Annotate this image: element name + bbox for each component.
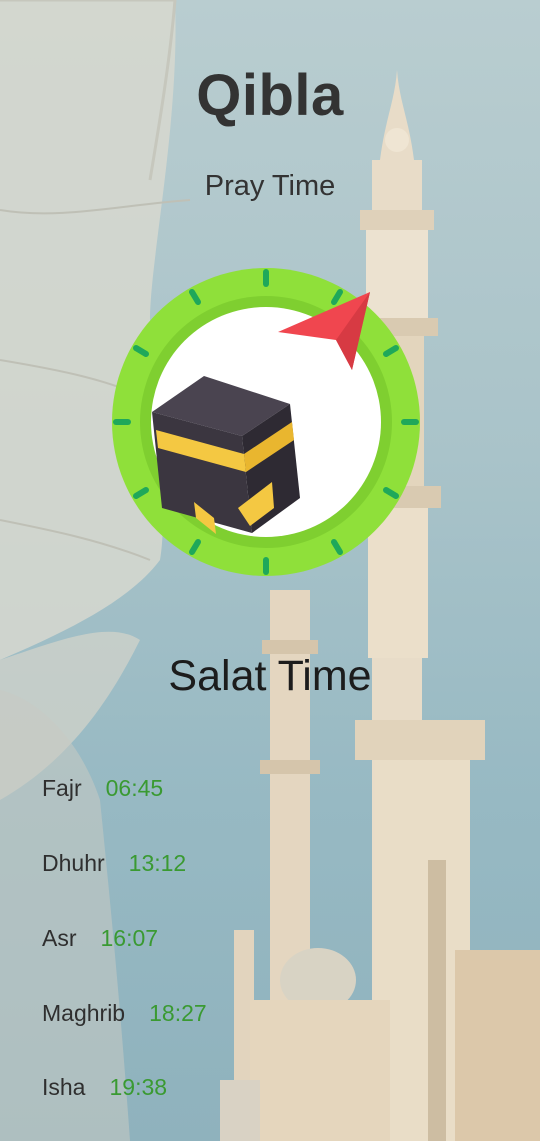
prayer-row: Maghrib 18:27 [42,1000,207,1027]
qibla-compass[interactable] [112,268,420,576]
prayer-name: Isha [42,1074,86,1100]
prayer-row: Fajr 06:45 [42,775,163,802]
prayer-time: 16:07 [100,925,159,951]
app-title: Qibla [196,63,344,128]
kaaba-compass-icon [112,268,420,576]
prayer-name: Maghrib [42,1000,126,1026]
pray-time-subtitle: Pray Time [204,170,336,202]
prayer-name: Asr [42,925,77,951]
prayer-time: 18:27 [149,1000,207,1026]
prayer-time: 19:38 [109,1074,168,1100]
prayer-name: Fajr [42,775,82,801]
prayer-row: Isha 19:38 [42,1074,167,1101]
salat-time-heading: Salat Time [168,652,372,700]
prayer-name: Dhuhr [42,850,105,876]
prayer-time: 06:45 [105,775,164,801]
prayer-row: Dhuhr 13:12 [42,850,186,877]
prayer-time: 13:12 [128,850,187,876]
prayer-row: Asr 16:07 [42,925,158,952]
